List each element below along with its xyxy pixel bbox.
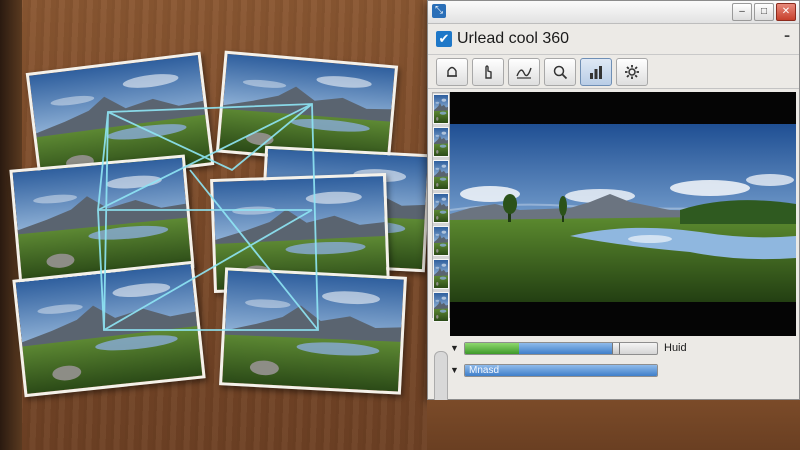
bar-chart-icon	[590, 66, 602, 79]
landscape-thumbnail	[434, 260, 448, 288]
workspace: ▼ Huid ▼ Mnasd	[428, 89, 799, 433]
app-icon: ⤡	[432, 4, 446, 18]
slider-green-fill	[465, 342, 519, 354]
panorama-image	[450, 124, 796, 302]
slider-knob[interactable]	[611, 342, 620, 354]
secondary-slider[interactable]: Mnasd	[464, 363, 658, 377]
landscape-thumbnail	[13, 158, 192, 280]
zoom-tool-button[interactable]	[544, 58, 576, 86]
stitch-photo-7[interactable]	[219, 267, 407, 395]
curve-tool-button[interactable]	[508, 58, 540, 86]
enable-checkbox[interactable]: ✔	[436, 31, 452, 47]
slider-blue-fill	[518, 342, 615, 354]
landscape-thumbnail	[434, 194, 448, 222]
search-icon	[553, 65, 568, 80]
landscape-thumbnail	[434, 161, 448, 189]
app-title: Urlead cool 360	[457, 30, 570, 47]
bell-icon	[447, 66, 457, 77]
desk-bottom-strip	[427, 400, 800, 450]
close-button[interactable]: ✕	[776, 3, 796, 21]
app-header: ✔ Urlead cool 360 ⁃	[428, 24, 799, 55]
thumbnail-item[interactable]	[433, 193, 449, 223]
landscape-thumbnail	[434, 227, 448, 255]
bell-tool-button[interactable]	[436, 58, 468, 86]
toolbar	[428, 55, 799, 89]
slider-field-text: Mnasd	[469, 364, 500, 376]
landscape-thumbnail	[16, 264, 203, 394]
landscape-thumbnail	[434, 95, 448, 123]
thumbnail-item[interactable]	[433, 94, 449, 124]
maximize-button[interactable]: □	[754, 3, 774, 21]
thumbnail-item[interactable]	[433, 259, 449, 289]
landscape-thumbnail	[434, 293, 448, 321]
panorama-preview[interactable]	[450, 92, 796, 336]
huid-slider[interactable]	[464, 341, 658, 355]
secondary-slider-row: ▼ Mnasd	[450, 363, 658, 377]
curve-tool-icon	[516, 67, 532, 79]
expand-arrow-icon[interactable]: ▼	[450, 365, 464, 375]
thumbnail-strip[interactable]	[432, 92, 450, 322]
thumbnail-item[interactable]	[433, 292, 449, 322]
levels-tool-button[interactable]	[580, 58, 612, 86]
thumbnail-item[interactable]	[433, 127, 449, 157]
stitch-photo-6[interactable]	[12, 260, 206, 398]
app-window: ⤡ – □ ✕ ✔ Urlead cool 360 ⁃ ▼ Huid ▼ Mna…	[427, 0, 800, 433]
gear-icon	[625, 65, 639, 79]
landscape-thumbnail	[222, 270, 404, 391]
landscape-thumbnail	[434, 128, 448, 156]
settings-tool-button[interactable]	[616, 58, 648, 86]
expand-arrow-icon[interactable]: ▼	[450, 343, 464, 353]
window-titlebar[interactable]: ⤡ – □ ✕	[428, 1, 799, 24]
thumbnail-item[interactable]	[433, 160, 449, 190]
panel-menu-icon[interactable]: ⁃	[783, 27, 791, 47]
thumbnail-item[interactable]	[433, 226, 449, 256]
huid-label: Huid	[664, 342, 687, 354]
huid-slider-row: ▼ Huid	[450, 341, 687, 355]
hand-tool-button[interactable]	[472, 58, 504, 86]
hand-pointer-icon	[485, 65, 492, 79]
minimize-button[interactable]: –	[732, 3, 752, 21]
